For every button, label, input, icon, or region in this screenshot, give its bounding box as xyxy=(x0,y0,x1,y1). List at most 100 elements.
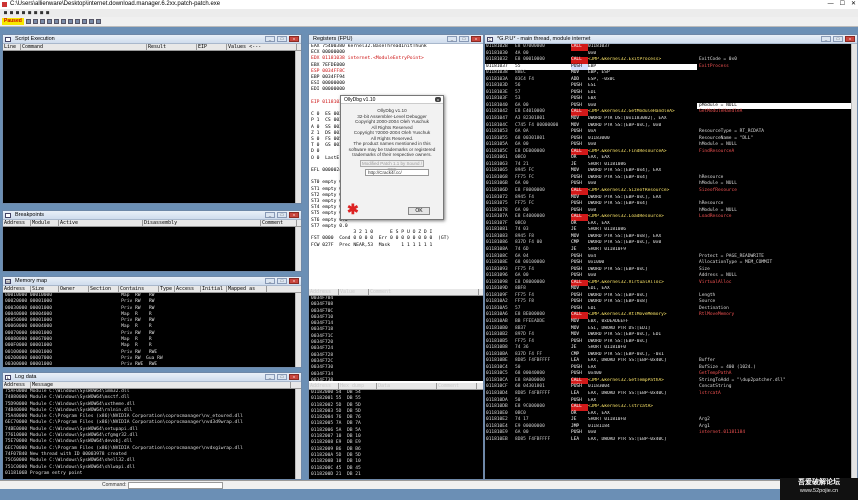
memory-map-header: Address Size Owner Section Contains Type… xyxy=(3,286,301,293)
maximize-button[interactable]: □ xyxy=(277,278,287,284)
disasm-comment: internet.01181184 xyxy=(699,430,746,436)
dump-rows: 01182000 54 DB 54 01182001 55 DB 55 011820… xyxy=(309,390,483,478)
memory-map-body[interactable]: 00010000 00010000 Map RW RW 00020000 0000… xyxy=(3,293,295,367)
paused-status: Paused xyxy=(2,18,24,25)
about-line: Copyright 2000-2004 Oleh Yuschuk xyxy=(355,119,429,124)
close-icon[interactable] xyxy=(39,19,45,24)
disasm-address: 011810EB xyxy=(486,436,508,442)
window-icon: M xyxy=(5,279,11,284)
pause-icon[interactable] xyxy=(53,19,59,24)
scrollbar[interactable] xyxy=(295,227,301,271)
stack-header: Address Value Comment xyxy=(309,289,483,296)
about-dialog: OllyDbg v1.10 x OllyDbg v1.10 32-bit Ass… xyxy=(340,95,444,220)
window-icon: L xyxy=(5,375,11,380)
log-row: 0118106B Program entry point xyxy=(5,470,83,476)
about-text: OllyDbg v1.10 32-bit Assembler-Level Deb… xyxy=(341,108,443,158)
log-body[interactable]: 75AF0000 Module C:\Windows\SysWOW64\imm3… xyxy=(3,389,295,479)
register-line: FCW 027F Prec NEAR,53 Mask 1 1 1 1 1 1 xyxy=(311,242,433,248)
dump-header: Address Hex dump Data Comment xyxy=(309,383,483,390)
maximize-button[interactable]: □ xyxy=(459,36,469,42)
scrollbar[interactable] xyxy=(295,389,301,479)
command-input[interactable] xyxy=(128,482,223,489)
breakpoints-header: Address Module Active Disassembly Commen… xyxy=(3,220,301,227)
step-into-icon[interactable] xyxy=(60,19,66,24)
maximize-button[interactable]: ☐ xyxy=(840,0,845,9)
maximize-button[interactable]: □ xyxy=(277,374,287,380)
restart-icon[interactable] xyxy=(32,19,38,24)
breakpoints-window: Breakpoints _ □ x Address Module Active Di… xyxy=(2,210,302,272)
step-over-icon[interactable] xyxy=(67,19,73,24)
cpu-window: C *G.P.U* - main thread, module internet… xyxy=(484,34,858,480)
stack-rows: 0034F704 0034F708 0034F70C 0034F710 0034F714… xyxy=(309,296,483,384)
log-window-title: L Log data _ □ x xyxy=(3,373,301,382)
menu-bar: ■ ■ ■ ■ ■ ■ ■ ■ xyxy=(0,9,858,17)
status-bar: Command: xyxy=(0,480,780,489)
cpu-window-title: C *G.P.U* - main thread, module internet… xyxy=(485,35,857,44)
close-button[interactable]: ✕ xyxy=(851,0,856,9)
about-dialog-title: OllyDbg v1.10 xyxy=(341,96,443,104)
goto-icon[interactable] xyxy=(95,19,101,24)
window-icon: C xyxy=(487,37,493,42)
memory-map-window: M Memory map _ □ x Address Size Owner Sect… xyxy=(2,276,302,368)
close-button[interactable]: x xyxy=(289,212,299,218)
watermark: 吾爱破解论坛 www.52pojie.cn xyxy=(780,478,858,500)
maximize-button[interactable]: □ xyxy=(277,36,287,42)
dump-pane[interactable]: Address Hex dump Data Comment 01182000 5… xyxy=(309,383,483,479)
trace-into-icon[interactable] xyxy=(74,19,80,24)
minimize-button[interactable]: — xyxy=(828,0,834,9)
close-button[interactable]: x xyxy=(471,36,481,42)
watermark-title: 吾爱破解论坛 xyxy=(798,479,840,486)
modified-patch-button[interactable]: Modified Patch 1.1 by Sound / TEE xyxy=(360,159,424,172)
close-button[interactable]: x xyxy=(289,374,299,380)
scrollbar[interactable] xyxy=(295,51,301,203)
toolbar: Paused xyxy=(0,17,858,27)
watermark-url: www.52pojie.cn xyxy=(799,488,839,494)
window-title: C:\Users\allienware\Desktop\internet.dow… xyxy=(10,1,221,7)
close-button[interactable]: x xyxy=(845,36,855,42)
run-icon[interactable] xyxy=(46,19,52,24)
comments-pane[interactable]: ExitCode = 0x0 ExitProcess pModule = NULL… xyxy=(697,44,851,479)
window-icon xyxy=(5,213,11,218)
stack-pane[interactable]: Address Value Comment 0034F704 0034F708 00… xyxy=(309,289,483,384)
breakpoints-body[interactable] xyxy=(3,227,295,271)
command-label: Command: xyxy=(102,482,127,488)
scrollbar[interactable] xyxy=(851,44,857,479)
execute-till-return-icon[interactable] xyxy=(88,19,94,24)
close-button[interactable]: x xyxy=(289,278,299,284)
link-field[interactable]: http://Crack4r.cc/ xyxy=(365,168,429,176)
star-icon: ✱ xyxy=(347,201,359,217)
registers-window-title: Registers (FPU) _ □ x xyxy=(309,35,483,44)
script-body[interactable] xyxy=(3,51,295,203)
log-window: L Log data _ □ x Address Message 75AF0000 … xyxy=(2,372,302,480)
maximize-button[interactable]: □ xyxy=(833,36,843,42)
maximize-button[interactable]: □ xyxy=(277,212,287,218)
script-window: Script Execution _ □ x Line Command Result… xyxy=(2,34,302,204)
about-line: The product names mentioned in this xyxy=(353,141,431,146)
window-icon xyxy=(5,37,11,42)
minimize-button[interactable]: _ xyxy=(265,278,275,284)
menu-strip[interactable]: ■ ■ ■ ■ ■ ■ ■ ■ xyxy=(4,9,49,17)
ok-button[interactable]: OK xyxy=(408,207,430,215)
log-header: Address Message xyxy=(3,382,301,389)
disasm-operands: EAX, DWORD PTR SS:[EBP-0x40C] xyxy=(588,436,667,442)
open-icon[interactable] xyxy=(25,19,31,24)
trace-over-icon[interactable] xyxy=(81,19,87,24)
scrollbar[interactable] xyxy=(295,293,301,367)
script-header: Line Command Result EIP Values <--- xyxy=(3,44,301,51)
disasm-bytes: 8D85 F4FBFFFF xyxy=(515,436,551,442)
disasm-mnemonic: LEA xyxy=(571,436,580,442)
script-window-title: Script Execution _ □ x xyxy=(3,35,301,44)
about-close-button[interactable]: x xyxy=(435,97,441,102)
minimize-button[interactable]: _ xyxy=(265,36,275,42)
memory-map-window-title: M Memory map _ □ x xyxy=(3,277,301,286)
about-line: Copyright ?2000-2004 Oleh Yuschuk xyxy=(353,130,431,135)
breakpoints-window-title: Breakpoints _ □ x xyxy=(3,211,301,220)
about-line: trademarks of their respective owners. xyxy=(352,152,432,157)
minimize-button[interactable]: _ xyxy=(447,36,457,42)
close-button[interactable]: x xyxy=(289,36,299,42)
minimize-button[interactable]: _ xyxy=(265,374,275,380)
dump-row: 0118200D 21 DB 21 xyxy=(311,471,361,477)
minimize-button[interactable]: _ xyxy=(265,212,275,218)
memory-row: 00300000 00001000 Priv RWE RWE xyxy=(5,362,158,367)
minimize-button[interactable]: _ xyxy=(821,36,831,42)
